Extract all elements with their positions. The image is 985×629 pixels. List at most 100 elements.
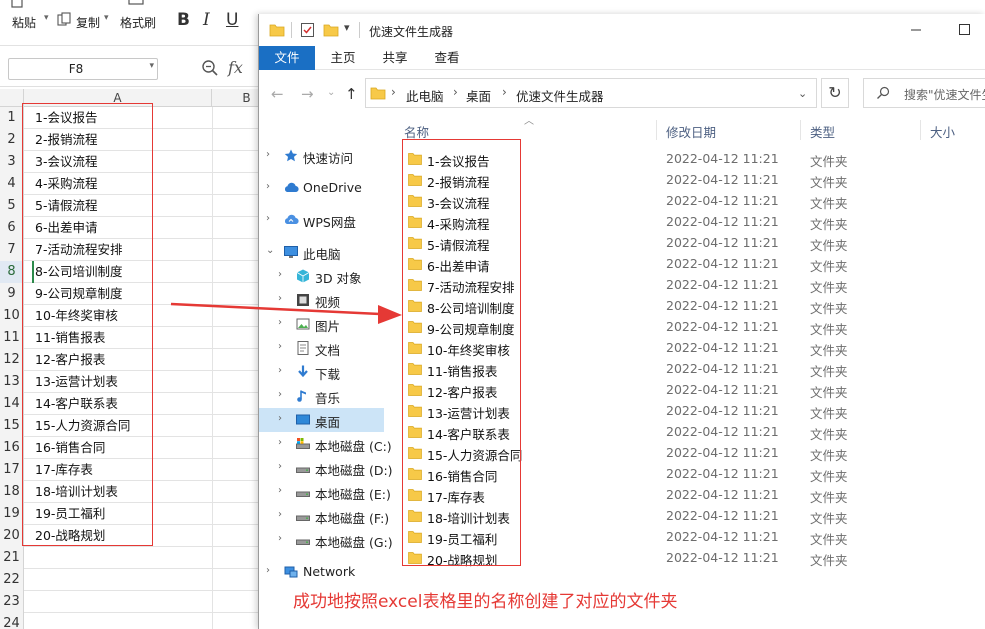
nav-item[interactable]: › 本地磁盘 (C:) bbox=[259, 432, 392, 456]
nav-item[interactable]: › 本地磁盘 (D:) bbox=[259, 456, 393, 480]
file-row[interactable]: 13-运营计划表 2022-04-12 11:21 文件夹 bbox=[394, 401, 985, 422]
chevron-right-icon[interactable]: › bbox=[278, 485, 282, 496]
cell-a[interactable]: 13-运营计划表 bbox=[35, 371, 118, 393]
nav-item[interactable]: › 音乐 bbox=[259, 384, 384, 408]
chevron-right-icon[interactable]: › bbox=[278, 509, 282, 520]
file-row[interactable]: 4-采购流程 2022-04-12 11:21 文件夹 bbox=[394, 212, 985, 233]
file-row[interactable]: 10-年终奖审核 2022-04-12 11:21 文件夹 bbox=[394, 338, 985, 359]
maximize-icon[interactable] bbox=[959, 24, 970, 35]
italic-icon[interactable]: I bbox=[203, 10, 210, 30]
nav-item[interactable]: › OneDrive bbox=[259, 176, 384, 200]
row-header[interactable]: 15 bbox=[0, 415, 24, 437]
copy-button[interactable]: 复制 bbox=[76, 14, 100, 31]
paste-dropdown-icon[interactable]: ▾ bbox=[44, 13, 49, 23]
row-header[interactable]: 7 bbox=[0, 239, 24, 261]
cell-a[interactable]: 20-战略规划 bbox=[35, 525, 105, 547]
file-row[interactable]: 2-报销流程 2022-04-12 11:21 文件夹 bbox=[394, 170, 985, 191]
row-header[interactable]: 21 bbox=[0, 547, 24, 569]
cell-a[interactable]: 14-客户联系表 bbox=[35, 393, 118, 415]
chevron-right-icon[interactable]: › bbox=[266, 565, 270, 576]
copy-icon[interactable] bbox=[57, 12, 72, 27]
row-header[interactable]: 2 bbox=[0, 129, 24, 151]
row-header[interactable]: 12 bbox=[0, 349, 24, 371]
row-header[interactable]: 13 bbox=[0, 371, 24, 393]
row-header[interactable]: 5 bbox=[0, 195, 24, 217]
quick-access-dropdown-icon[interactable]: ▾ bbox=[344, 21, 350, 34]
row-header[interactable]: 22 bbox=[0, 569, 24, 591]
row-header[interactable]: 17 bbox=[0, 459, 24, 481]
row-header[interactable]: 6 bbox=[0, 217, 24, 239]
row-header[interactable]: 19 bbox=[0, 503, 24, 525]
row-header[interactable]: 18 bbox=[0, 481, 24, 503]
tab-view[interactable]: 查看 bbox=[425, 46, 469, 70]
chevron-right-icon[interactable]: › bbox=[278, 461, 282, 472]
file-row[interactable]: 16-销售合同 2022-04-12 11:21 文件夹 bbox=[394, 464, 985, 485]
cell-a[interactable]: 8-公司培训制度 bbox=[35, 261, 122, 283]
file-row[interactable]: 18-培训计划表 2022-04-12 11:21 文件夹 bbox=[394, 506, 985, 527]
chevron-right-icon[interactable]: › bbox=[266, 181, 270, 192]
clipboard-icon[interactable] bbox=[10, 0, 24, 8]
chevron-right-icon[interactable]: › bbox=[453, 85, 458, 99]
select-all-corner[interactable] bbox=[0, 89, 24, 107]
cell-a[interactable]: 2-报销流程 bbox=[35, 129, 97, 151]
chevron-right-icon[interactable]: › bbox=[278, 317, 282, 328]
refresh-button[interactable]: ↻ bbox=[821, 78, 849, 108]
breadcrumb-this-pc[interactable]: 此电脑 bbox=[406, 86, 444, 105]
cell-a[interactable]: 6-出差申请 bbox=[35, 217, 97, 239]
nav-item[interactable]: › 本地磁盘 (F:) bbox=[259, 504, 389, 528]
tab-share[interactable]: 共享 bbox=[373, 46, 417, 70]
file-row[interactable]: 14-客户联系表 2022-04-12 11:21 文件夹 bbox=[394, 422, 985, 443]
chevron-right-icon[interactable]: › bbox=[278, 269, 282, 280]
zoom-icon[interactable] bbox=[201, 59, 219, 77]
cell-a[interactable]: 18-培训计划表 bbox=[35, 481, 118, 503]
search-box[interactable]: 搜索"优速文件生 bbox=[863, 78, 985, 108]
file-row[interactable]: 7-活动流程安排 2022-04-12 11:21 文件夹 bbox=[394, 275, 985, 296]
underline-icon[interactable]: U bbox=[226, 10, 238, 30]
cell-a[interactable]: 10-年终奖审核 bbox=[35, 305, 118, 327]
new-folder-icon[interactable] bbox=[323, 23, 339, 37]
row-header[interactable]: 9 bbox=[0, 283, 24, 305]
file-row[interactable]: 9-公司规章制度 2022-04-12 11:21 文件夹 bbox=[394, 317, 985, 338]
properties-icon[interactable] bbox=[300, 22, 315, 38]
row-header[interactable]: 23 bbox=[0, 591, 24, 613]
chevron-right-icon[interactable]: › bbox=[391, 85, 396, 99]
format-painter-button[interactable]: 格式刷 bbox=[120, 14, 156, 31]
nav-item[interactable]: › 本地磁盘 (G:) bbox=[259, 528, 393, 552]
bold-icon[interactable]: B bbox=[177, 10, 190, 30]
chevron-right-icon[interactable]: › bbox=[278, 365, 282, 376]
column-size[interactable]: 大小 bbox=[930, 122, 955, 141]
row-header[interactable]: 8 bbox=[0, 261, 24, 283]
row-header[interactable]: 20 bbox=[0, 525, 24, 547]
breadcrumb-desktop[interactable]: 桌面 bbox=[466, 86, 491, 105]
chevron-down-icon[interactable]: ⌄ bbox=[266, 245, 274, 256]
file-row[interactable]: 19-员工福利 2022-04-12 11:21 文件夹 bbox=[394, 527, 985, 548]
file-row[interactable]: 12-客户报表 2022-04-12 11:21 文件夹 bbox=[394, 380, 985, 401]
cell-a[interactable]: 4-采购流程 bbox=[35, 173, 97, 195]
nav-item[interactable]: › Network bbox=[259, 560, 384, 584]
cell-a[interactable]: 15-人力资源合同 bbox=[35, 415, 130, 437]
file-row[interactable]: 5-请假流程 2022-04-12 11:21 文件夹 bbox=[394, 233, 985, 254]
chevron-right-icon[interactable]: › bbox=[278, 293, 282, 304]
file-row[interactable]: 3-会议流程 2022-04-12 11:21 文件夹 bbox=[394, 191, 985, 212]
nav-item[interactable]: › 图片 bbox=[259, 312, 384, 336]
file-row[interactable]: 6-出差申请 2022-04-12 11:21 文件夹 bbox=[394, 254, 985, 275]
chevron-right-icon[interactable]: › bbox=[278, 413, 282, 424]
row-header[interactable]: 10 bbox=[0, 305, 24, 327]
copy-dropdown-icon[interactable]: ▾ bbox=[104, 13, 109, 23]
forward-arrow-icon[interactable]: → bbox=[301, 85, 314, 103]
row-header[interactable]: 1 bbox=[0, 107, 24, 129]
column-type[interactable]: 类型 bbox=[810, 122, 835, 141]
name-box[interactable]: F8 ▾ bbox=[8, 58, 158, 80]
recent-dropdown-icon[interactable]: ⌄ bbox=[327, 87, 335, 98]
nav-item[interactable]: ⌄ 此电脑 bbox=[259, 240, 384, 264]
cell-a[interactable]: 12-客户报表 bbox=[35, 349, 105, 371]
address-dropdown-icon[interactable]: ⌄ bbox=[798, 87, 807, 100]
column-name[interactable]: 名称 bbox=[404, 122, 429, 141]
minimize-icon[interactable] bbox=[904, 18, 928, 42]
up-arrow-icon[interactable]: ↑ bbox=[345, 85, 358, 103]
chevron-right-icon[interactable]: › bbox=[278, 389, 282, 400]
cell-a[interactable]: 1-会议报告 bbox=[35, 107, 97, 129]
file-row[interactable]: 8-公司培训制度 2022-04-12 11:21 文件夹 bbox=[394, 296, 985, 317]
chevron-right-icon[interactable]: › bbox=[266, 213, 270, 224]
row-header[interactable]: 3 bbox=[0, 151, 24, 173]
